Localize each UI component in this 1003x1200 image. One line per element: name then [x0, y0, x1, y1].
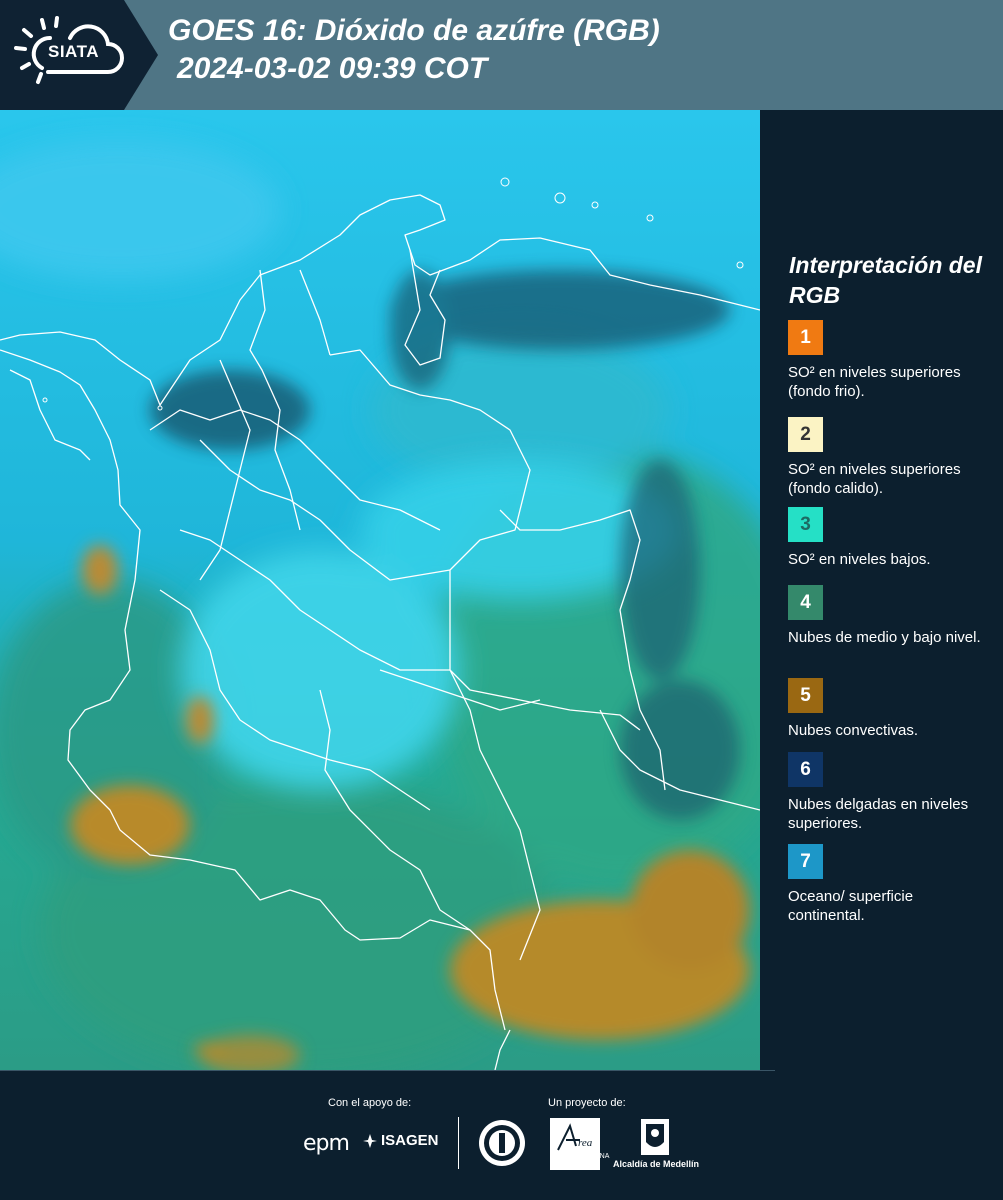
legend-label: Oceano/ superficie continental. [788, 888, 914, 924]
footer: Con el apoyo de: Un proyecto de: epm ISA… [0, 1070, 1003, 1200]
legend-item: 2 SO² en niveles superiores (fondo calido… [788, 417, 988, 498]
legend-label: SO² en niveles bajos. [788, 551, 931, 568]
legend-swatch: 7 [788, 844, 823, 879]
isagen-text: ISAGEN [381, 1132, 439, 1149]
legend-swatch: 3 [788, 507, 823, 542]
epm-logo: epm [303, 1131, 350, 1156]
legend-item: 4 Nubes de medio y bajo nivel. [788, 585, 988, 666]
isagen-icon [363, 1133, 377, 1148]
legend-item: 6 Nubes delgadas en niveles superiores. [788, 752, 988, 833]
area-caption: METROPOLITANA Valle de Aburrá [550, 1153, 609, 1167]
page-title: GOES 16: Dióxido de azúfre (RGB) 2024-03… [168, 12, 660, 88]
footer-divider [0, 1070, 775, 1071]
satellite-map [0, 110, 760, 1070]
siata-logo-text: SIATA [48, 42, 99, 61]
project-label: Un proyecto de: [548, 1097, 626, 1109]
legend-swatch: 1 [788, 320, 823, 355]
logo-divider [458, 1117, 459, 1169]
title-line-1: GOES 16: Dióxido de azúfre (RGB) [168, 14, 660, 47]
legend-item: 3 SO² en niveles bajos. [788, 507, 988, 570]
siata-logo: SIATA [0, 0, 158, 110]
legend-label: SO² en niveles superiores (fondo frio). [788, 364, 961, 400]
legend-label: Nubes de medio y bajo nivel. [788, 629, 981, 646]
legend-swatch: 4 [788, 585, 823, 620]
medellin-seal-icon [479, 1120, 525, 1166]
legend-title: Interpretación del RGB [789, 252, 982, 308]
legend-item: 5 Nubes convectivas. [788, 678, 988, 741]
legend-swatch: 6 [788, 752, 823, 787]
legend-item: 1 SO² en niveles superiores (fondo frio). [788, 320, 988, 401]
legend-label: Nubes delgadas en niveles superiores. [788, 796, 969, 832]
alcaldia-shield-icon [641, 1119, 669, 1155]
support-label: Con el apoyo de: [328, 1097, 412, 1109]
header-bar: SIATA GOES 16: Dióxido de azúfre (RGB) 2… [0, 0, 1003, 110]
isagen-logo: ISAGEN [362, 1132, 439, 1149]
svg-text:rea: rea [578, 1137, 593, 1149]
title-line-2: 2024-03-02 09:39 COT [177, 52, 488, 85]
alcaldia-label: Alcaldía de Medellín [613, 1159, 700, 1169]
legend-swatch: 2 [788, 417, 823, 452]
legend-panel: Interpretación del RGB 1 SO² en niveles s… [760, 110, 1003, 1070]
legend-swatch: 5 [788, 678, 823, 713]
legend-item: 7 Oceano/ superficie continental. [788, 844, 988, 925]
legend-label: Nubes convectivas. [788, 722, 919, 739]
legend-label: SO² en niveles superiores (fondo calido)… [788, 461, 961, 497]
